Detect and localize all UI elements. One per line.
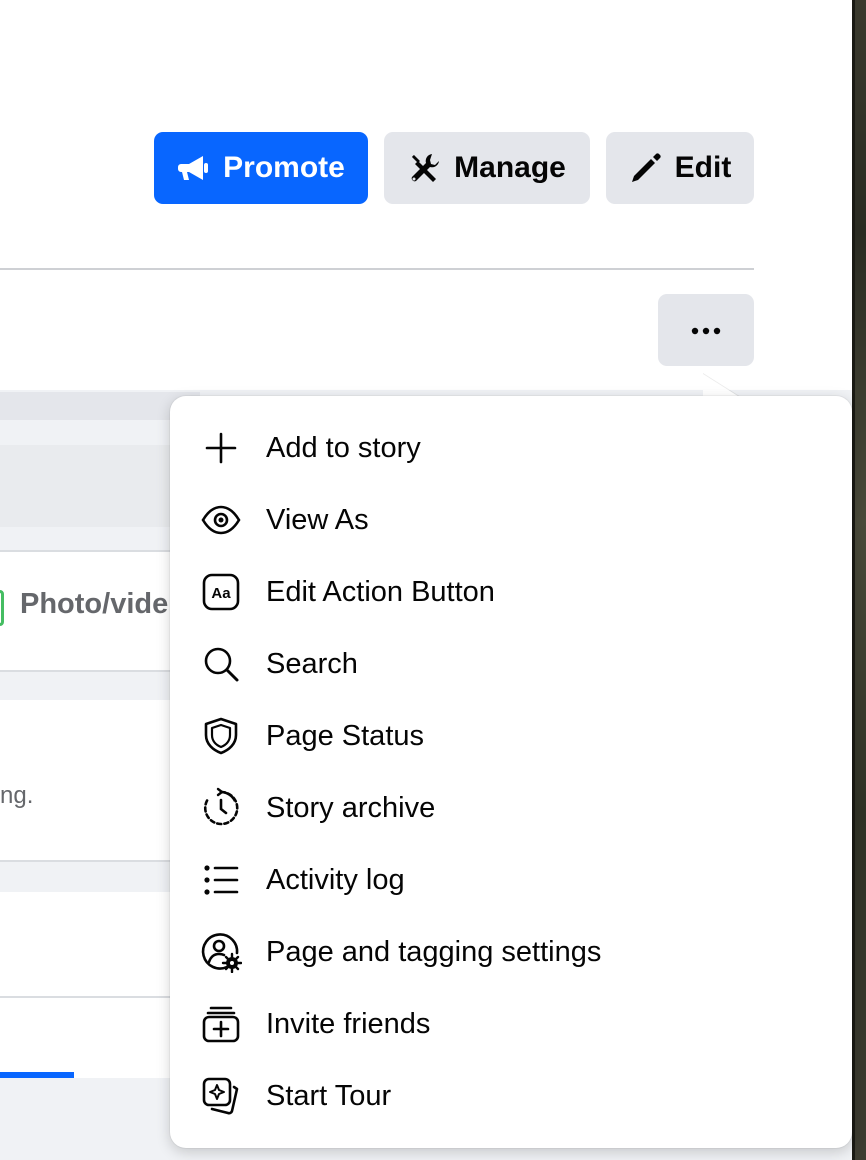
manage-button[interactable]: Manage: [384, 132, 590, 204]
more-options-button[interactable]: [658, 294, 754, 366]
text-aa-icon: Aa: [200, 571, 242, 613]
more-horizontal-icon: [691, 323, 721, 338]
tools-icon: [408, 151, 442, 185]
menu-item-edit-action-button[interactable]: Aa Edit Action Button: [170, 556, 852, 628]
clock-history-icon: [200, 787, 242, 829]
menu-item-page-tagging-settings[interactable]: Page and tagging settings: [170, 916, 852, 988]
menu-item-label: Activity log: [266, 863, 405, 896]
promote-label: Promote: [223, 151, 345, 184]
menu-item-label: Invite friends: [266, 1007, 431, 1040]
more-options-menu: Add to story View As Aa Edit Action Butt…: [170, 396, 852, 1148]
menu-item-page-status[interactable]: Page Status: [170, 700, 852, 772]
edit-button[interactable]: Edit: [606, 132, 754, 204]
list-icon: [200, 859, 242, 901]
menu-item-label: Page and tagging settings: [266, 935, 602, 968]
tour-cards-icon: [200, 1075, 242, 1117]
menu-item-label: View As: [266, 503, 369, 536]
search-icon: [200, 643, 242, 685]
promote-button[interactable]: Promote: [154, 132, 368, 204]
menu-item-view-as[interactable]: View As: [170, 484, 852, 556]
menu-item-label: Start Tour: [266, 1079, 392, 1112]
edit-label: Edit: [674, 151, 732, 184]
eye-icon: [200, 499, 242, 541]
menu-item-label: Story archive: [266, 791, 436, 824]
photo-video-button[interactable]: Photo/vide: [20, 588, 168, 621]
user-gear-icon: [200, 931, 242, 973]
menu-pointer: [703, 374, 741, 398]
menu-item-search[interactable]: Search: [170, 628, 852, 700]
plus-icon: [200, 427, 242, 469]
menu-item-label: Add to story: [266, 431, 421, 464]
menu-item-label: Search: [266, 647, 358, 680]
manage-label: Manage: [454, 151, 566, 184]
feed-partial-text: ng.: [0, 782, 34, 809]
svg-text:Aa: Aa: [211, 585, 231, 602]
menu-item-invite-friends[interactable]: Invite friends: [170, 988, 852, 1060]
photo-video-icon: [0, 590, 4, 626]
header-divider: [0, 268, 754, 270]
menu-item-add-to-story[interactable]: Add to story: [170, 412, 852, 484]
shield-icon: [200, 715, 242, 757]
menu-item-start-tour[interactable]: Start Tour: [170, 1060, 852, 1132]
menu-item-label: Edit Action Button: [266, 575, 495, 608]
menu-item-activity-log[interactable]: Activity log: [170, 844, 852, 916]
megaphone-icon: [177, 151, 211, 185]
active-tab-indicator: [0, 1072, 74, 1078]
menu-item-story-archive[interactable]: Story archive: [170, 772, 852, 844]
pencil-icon: [629, 151, 663, 185]
invite-stack-icon: [200, 1003, 242, 1045]
menu-item-label: Page Status: [266, 719, 424, 752]
background-desktop-edge: [852, 0, 866, 1160]
